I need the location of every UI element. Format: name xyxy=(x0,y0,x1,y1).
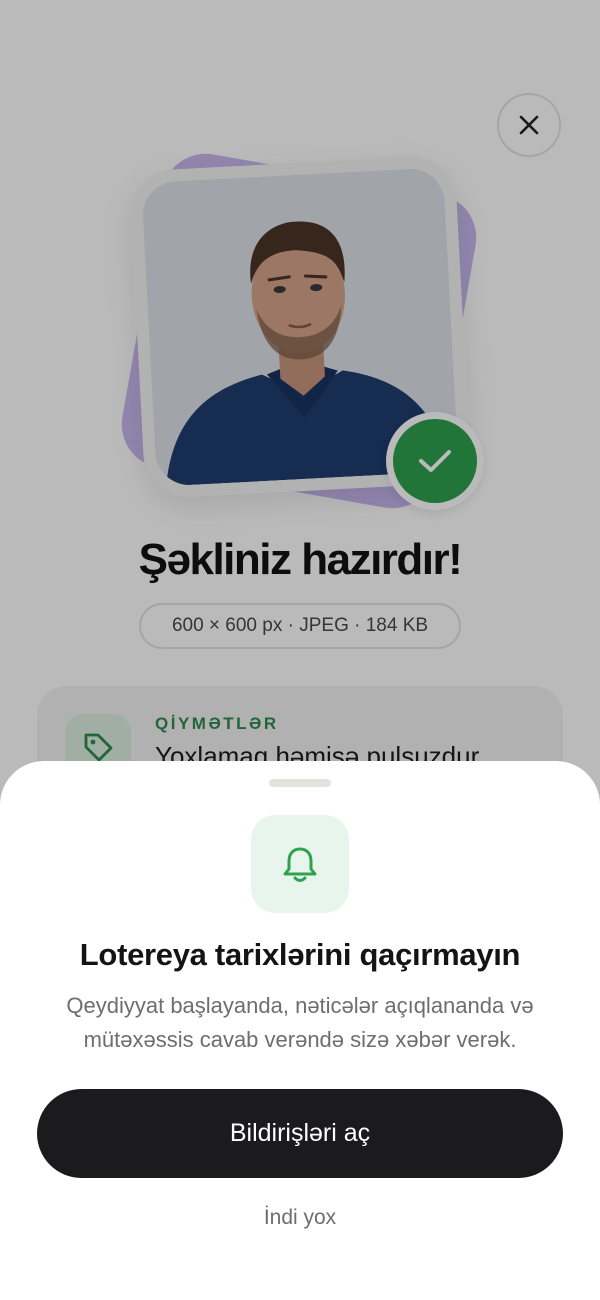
notification-bottom-sheet: Lotereya tarixlərini qaçırmayın Qeydiyya… xyxy=(0,761,600,1300)
bell-icon xyxy=(283,847,317,882)
bell-icon-container xyxy=(251,815,349,913)
sheet-description: Qeydiyyat başlayanda, nəticələr açıqlana… xyxy=(66,993,534,1052)
not-now-button[interactable]: İndi yox xyxy=(200,1206,400,1236)
enable-notifications-button[interactable]: Bildirişləri aç xyxy=(37,1089,563,1178)
sheet-grabber[interactable] xyxy=(269,779,331,787)
sheet-title: Lotereya tarixlərini qaçırmayın xyxy=(79,937,521,972)
